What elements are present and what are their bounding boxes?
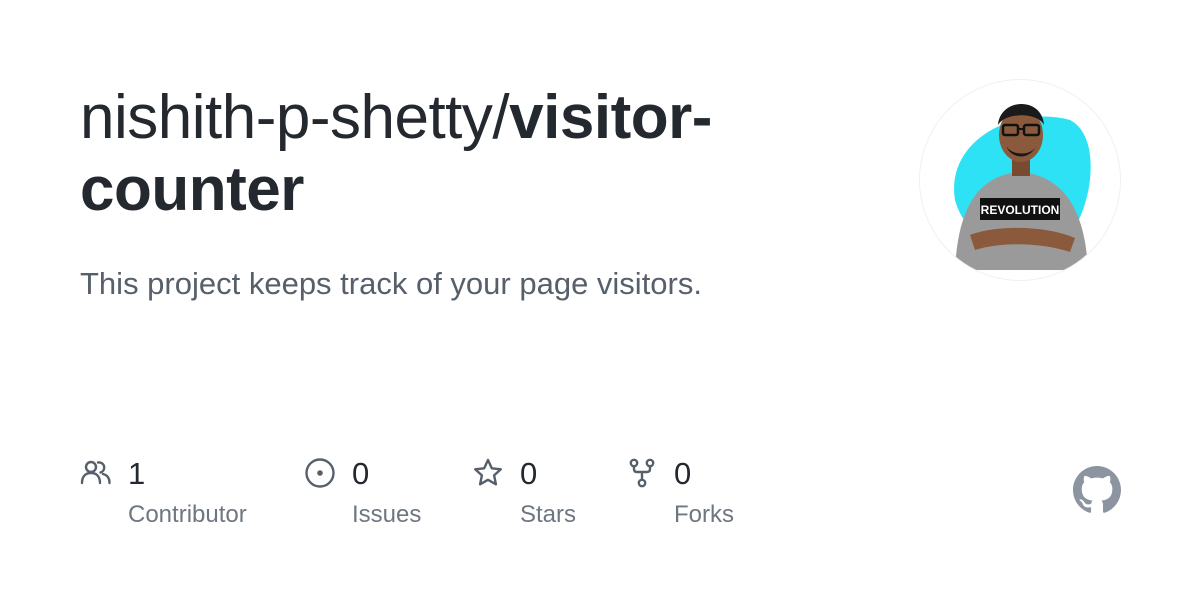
avatar-image: REVOLUTION [921, 81, 1119, 279]
forks-count: 0 [674, 456, 692, 491]
shirt-text: REVOLUTION [981, 203, 1060, 217]
avatar[interactable]: REVOLUTION [920, 80, 1120, 280]
repo-owner[interactable]: nishith-p-shetty [80, 83, 493, 152]
repo-title[interactable]: nishith-p-shetty/visitor-counter [80, 82, 840, 226]
star-icon [474, 458, 502, 486]
forks-label: Forks [674, 501, 734, 528]
contributors-count: 1 [128, 456, 146, 491]
stars-label: Stars [520, 501, 577, 528]
issue-icon [305, 458, 335, 488]
repo-description: This project keeps track of your page vi… [80, 266, 702, 301]
issues-label: Issues [352, 501, 422, 528]
github-logo-icon[interactable] [1073, 466, 1121, 514]
repo-separator: / [492, 83, 510, 152]
issues-count: 0 [352, 456, 370, 491]
people-icon [80, 460, 111, 485]
contributors-label: Contributor [128, 501, 247, 528]
fork-icon [629, 458, 655, 488]
repo-stats: 1 Contributor 0 Issues 0 Stars 0 Forks [80, 452, 840, 542]
stars-count: 0 [520, 456, 538, 491]
